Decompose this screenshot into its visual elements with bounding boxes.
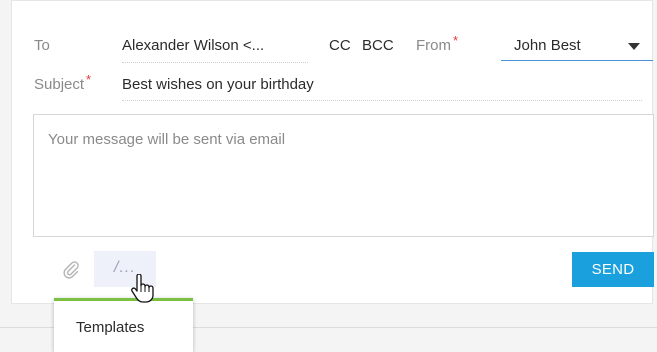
cc-link[interactable]: CC bbox=[329, 37, 351, 55]
tooltip-text: Templates bbox=[76, 319, 145, 336]
send-button[interactable]: SEND bbox=[572, 252, 654, 287]
hand-pointer-cursor-icon bbox=[127, 273, 159, 304]
paperclip-icon[interactable] bbox=[61, 259, 81, 279]
to-field-underline bbox=[122, 62, 308, 63]
subject-label-text: Subject bbox=[34, 76, 85, 93]
message-placeholder: Your message will be sent via email bbox=[48, 131, 286, 148]
chevron-down-icon bbox=[628, 43, 640, 50]
to-field[interactable]: Alexander Wilson <... bbox=[122, 37, 264, 55]
subject-field[interactable]: Best wishes on your birthday bbox=[122, 76, 314, 94]
from-required-mark: * bbox=[453, 33, 459, 48]
to-label: To bbox=[34, 37, 50, 54]
subject-field-underline bbox=[122, 100, 642, 101]
email-compose-panel: To Alexander Wilson <... CC BCC From * Jo… bbox=[11, 0, 654, 304]
templates-tooltip: Templates bbox=[54, 298, 193, 352]
from-label: From * bbox=[416, 33, 458, 55]
from-label-text: From bbox=[416, 37, 451, 54]
message-body[interactable]: Your message will be sent via email bbox=[33, 114, 654, 237]
from-select-value: John Best bbox=[514, 37, 581, 54]
subject-label: Subject * bbox=[34, 72, 91, 94]
from-select[interactable]: John Best bbox=[501, 33, 653, 61]
bcc-link[interactable]: BCC bbox=[362, 37, 394, 55]
subject-required-mark: * bbox=[86, 72, 92, 87]
